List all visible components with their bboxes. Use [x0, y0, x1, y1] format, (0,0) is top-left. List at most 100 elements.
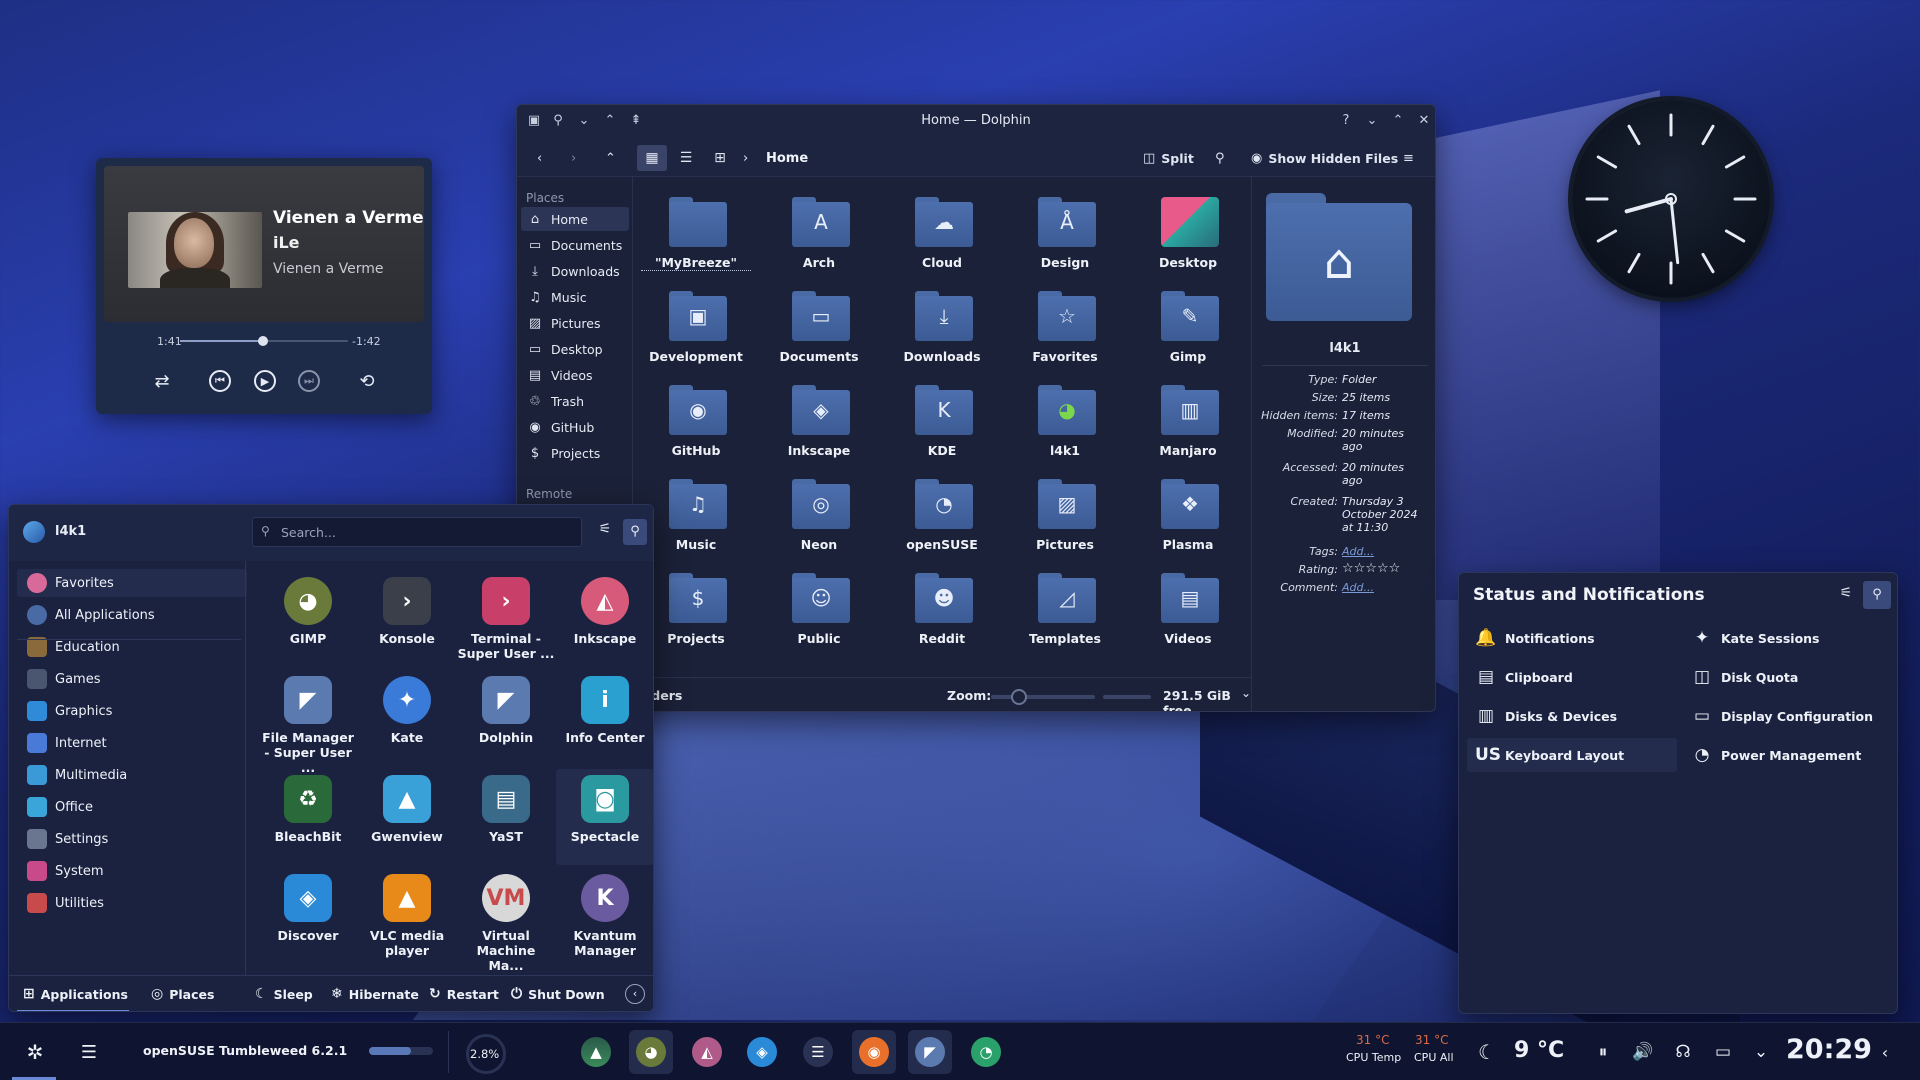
inkscape-task-icon[interactable]: ◭ — [685, 1030, 729, 1074]
maximize-button[interactable]: ⌃ — [1389, 112, 1407, 130]
places-item-downloads[interactable]: ⤓ Downloads — [521, 259, 629, 283]
folder-item[interactable]: ▣ Development — [641, 291, 751, 381]
places-item-trash[interactable]: ♲ Trash — [521, 389, 629, 413]
footer-places-button[interactable]: ◎ Places — [151, 986, 214, 1002]
search-button[interactable]: ⚲ — [1215, 145, 1225, 171]
app-file-manager-super-user[interactable]: ◤ File Manager - Super User ... — [259, 670, 357, 775]
app-kate[interactable]: ✦ Kate — [358, 670, 456, 766]
places-item-home[interactable]: ⌂ Home — [521, 207, 629, 231]
category-multimedia[interactable]: Multimedia — [17, 761, 247, 789]
folder-item[interactable]: ⤓ Downloads — [887, 291, 997, 381]
folder-item[interactable]: Desktop — [1133, 197, 1243, 287]
folder-item[interactable]: ☺ Public — [764, 573, 874, 663]
status-item-disk-quota[interactable]: ◫ Disk Quota — [1683, 660, 1893, 694]
forward-button[interactable]: › — [571, 145, 576, 171]
kde-connect-icon[interactable]: ☊ — [1666, 1035, 1700, 1069]
up-button[interactable]: ⌃ — [605, 145, 616, 171]
system-monitor-task-icon[interactable]: ☰ — [796, 1030, 840, 1074]
close-button[interactable]: ✕ — [1415, 112, 1433, 130]
folder-item[interactable]: ◉ GitHub — [641, 385, 751, 475]
folder-item[interactable]: ✎ Gimp — [1133, 291, 1243, 381]
folder-item[interactable]: ◿ Templates — [1010, 573, 1120, 663]
search-input[interactable]: ⚲ Search... — [252, 517, 582, 547]
menu-button[interactable]: ≡ — [1403, 145, 1414, 171]
places-item-projects[interactable]: $ Projects — [521, 441, 629, 465]
moon-icon[interactable]: ☾ — [1470, 1035, 1504, 1069]
folder-item[interactable]: ☁ Cloud — [887, 197, 997, 287]
pin-icon[interactable]: ⚲ — [1863, 581, 1891, 609]
footer-restart-button[interactable]: ↻ Restart — [429, 986, 499, 1002]
places-item-desktop[interactable]: ▭ Desktop — [521, 337, 629, 361]
folder-item[interactable]: ▤ Videos — [1133, 573, 1243, 663]
split-button[interactable]: ◫ Split — [1143, 145, 1194, 171]
previous-button[interactable]: ⏮ — [207, 368, 233, 394]
compact-view-button[interactable]: ☰ — [671, 145, 701, 171]
app-info-center[interactable]: i Info Center — [556, 670, 653, 766]
configure-icon[interactable]: ⚟ — [1835, 585, 1857, 607]
next-button[interactable]: ⏭ — [296, 368, 322, 394]
places-item-videos[interactable]: ▤ Videos — [521, 363, 629, 387]
launcher-icon[interactable]: ✲ — [18, 1035, 52, 1069]
comment-add-link[interactable]: Add... — [1342, 581, 1374, 594]
mountain-app-icon[interactable]: ▲ — [574, 1030, 618, 1074]
weather-temp[interactable]: 9 °C — [1514, 1038, 1564, 1063]
places-item-pictures[interactable]: ▨ Pictures — [521, 311, 629, 335]
category-favorites[interactable]: Favorites — [17, 569, 247, 597]
footer-applications-button[interactable]: ⊞ Applications — [23, 986, 128, 1002]
gimp-task-icon[interactable]: ◕ — [629, 1030, 673, 1074]
folder-item[interactable]: A Arch — [764, 197, 874, 287]
chevron-left-icon[interactable]: ‹ — [625, 984, 645, 1004]
app-gwenview[interactable]: ▲ Gwenview — [358, 769, 456, 865]
folder-item[interactable]: ◕ l4k1 — [1010, 385, 1120, 475]
category-graphics[interactable]: Graphics — [17, 697, 247, 725]
firefox-task-icon[interactable]: ◉ — [852, 1030, 896, 1074]
category-internet[interactable]: Internet — [17, 729, 247, 757]
status-item-notifications[interactable]: 🔔 Notifications — [1467, 621, 1677, 655]
category-games[interactable]: Games — [17, 665, 247, 693]
app-yast[interactable]: ▤ YaST — [457, 769, 555, 865]
volume-icon[interactable]: 🔊 — [1626, 1035, 1660, 1069]
icons-view-button[interactable]: ▦ — [637, 145, 667, 171]
app-gimp[interactable]: ◕ GIMP — [259, 571, 357, 667]
rating-stars[interactable]: ☆☆☆☆☆ — [1342, 561, 1400, 576]
status-item-power-management[interactable]: ◔ Power Management — [1683, 738, 1893, 772]
dolphin-task-icon[interactable]: ◤ — [908, 1030, 952, 1074]
folder-item[interactable]: K KDE — [887, 385, 997, 475]
app-virtual-machine-ma[interactable]: VM Virtual Machine Ma... — [457, 868, 555, 973]
app-inkscape[interactable]: ◭ Inkscape — [556, 571, 653, 667]
app-dolphin[interactable]: ◤ Dolphin — [457, 670, 555, 766]
app-konsole[interactable]: › Konsole — [358, 571, 456, 667]
pin-icon[interactable]: ⚲ — [623, 519, 647, 545]
category-education[interactable]: Education — [17, 633, 247, 661]
details-view-button[interactable]: ⊞ — [705, 145, 735, 171]
folder-item[interactable]: ◎ Neon — [764, 479, 874, 569]
places-item-documents[interactable]: ▭ Documents — [521, 233, 629, 257]
folder-item[interactable]: $ Projects — [641, 573, 751, 663]
status-item-display-configuration[interactable]: ▭ Display Configuration — [1683, 699, 1893, 733]
places-item-github[interactable]: ◉ GitHub — [521, 415, 629, 439]
category-settings[interactable]: Settings — [17, 825, 247, 853]
window-titlebar[interactable]: ▣ ⚲ ⌄ ⌃ ⇞ Home — Dolphin ? ⌄ ⌃ ✕ — [517, 105, 1435, 137]
chevron-down-icon[interactable]: ⌄ — [1241, 686, 1251, 700]
help-button[interactable]: ? — [1337, 112, 1355, 130]
configure-icon[interactable]: ⚟ — [593, 521, 617, 545]
folder-item[interactable]: ☻ Reddit — [887, 573, 997, 663]
status-item-keyboard-layout[interactable]: US Keyboard Layout — [1467, 738, 1677, 772]
category-system[interactable]: System — [17, 857, 247, 885]
digital-clock[interactable]: 20:29 — [1786, 1034, 1872, 1065]
pager-icon[interactable]: ☰ — [72, 1035, 106, 1069]
repeat-button[interactable]: ⟲ — [354, 368, 380, 394]
app-spectacle[interactable]: ◙ Spectacle — [556, 769, 653, 865]
app-kvantum-manager[interactable]: K Kvantum Manager — [556, 868, 653, 964]
discover-task-icon[interactable]: ◈ — [740, 1030, 784, 1074]
footer-shut-down-button[interactable]: ⏻ Shut Down — [511, 986, 605, 1002]
breadcrumb[interactable]: Home — [766, 151, 808, 166]
app-terminal-super-user[interactable]: › Terminal - Super User ... — [457, 571, 555, 667]
status-item-disks-devices[interactable]: ▥ Disks & Devices — [1467, 699, 1677, 733]
app-vlc-media-player[interactable]: ▲ VLC media player — [358, 868, 456, 964]
network-icon[interactable]: ▭ — [1706, 1035, 1740, 1069]
tags-add-link[interactable]: Add... — [1342, 545, 1374, 558]
zoom-slider[interactable] — [991, 695, 1095, 699]
folder-item[interactable]: ❖ Plasma — [1133, 479, 1243, 569]
status-item-clipboard[interactable]: ▤ Clipboard — [1467, 660, 1677, 694]
